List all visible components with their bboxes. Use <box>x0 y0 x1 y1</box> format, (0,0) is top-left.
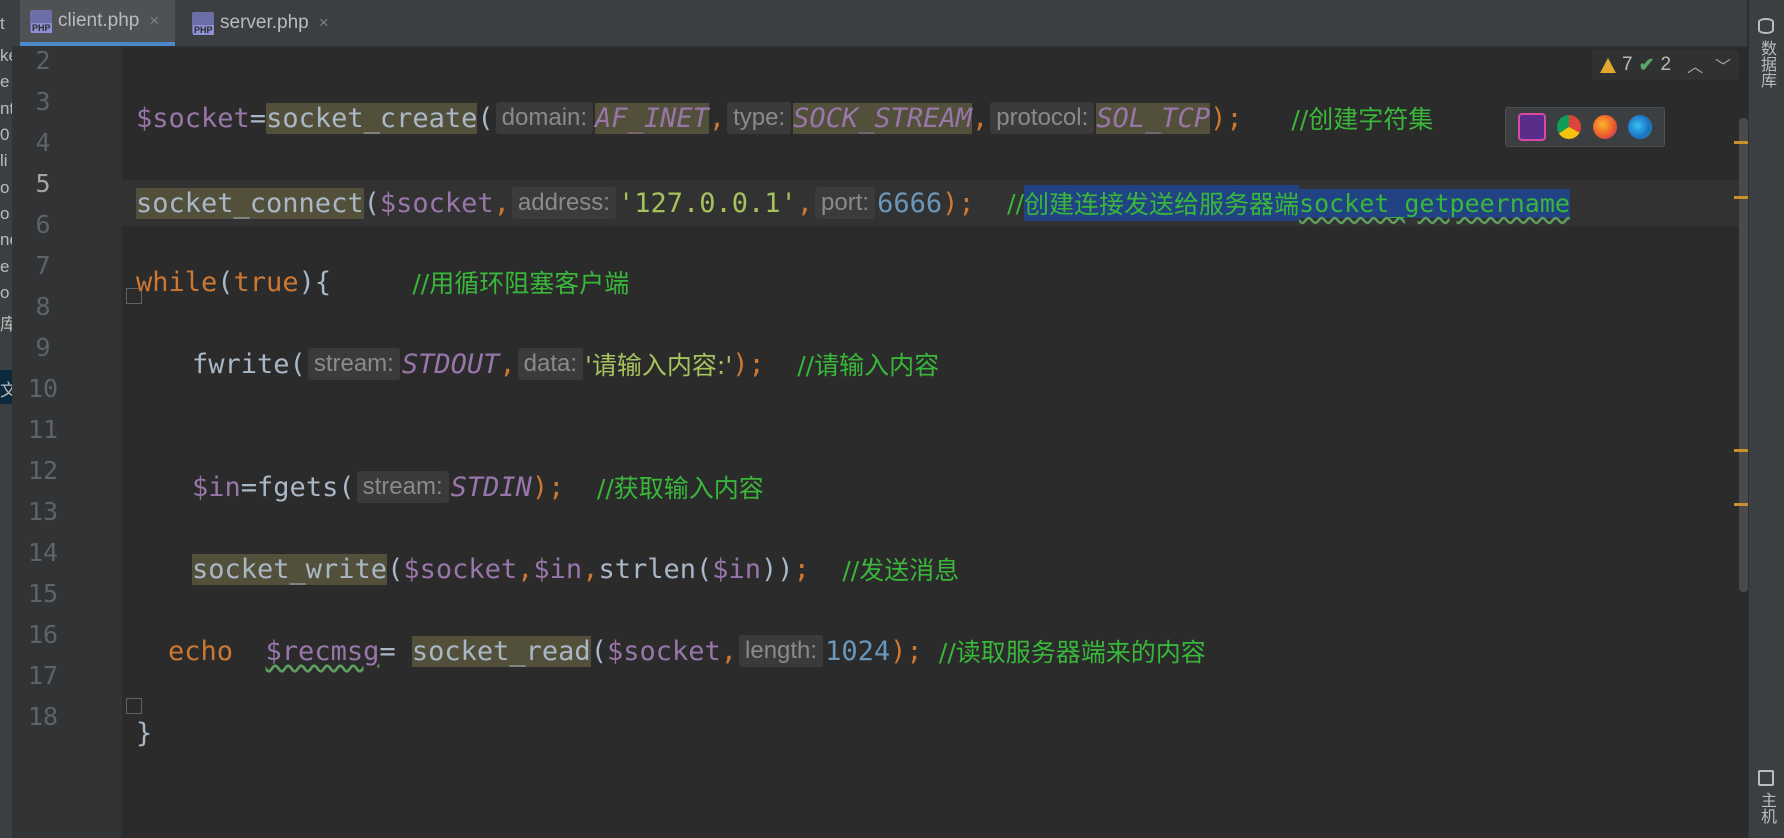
tab-server-php[interactable]: PHP server.php × <box>182 0 342 46</box>
php-file-icon: PHP <box>30 10 52 33</box>
code-line-12: $in = fgets(stream: STDIN); //获取输入内容 <box>192 471 764 503</box>
remote-host-tool-button[interactable]: 远程主机 <box>1755 792 1784 838</box>
line-number-gutter[interactable]: 2 3 4 5 6 7 8 9 10 11 12 13 14 15 16 17 … <box>12 46 142 838</box>
line-number: 7 <box>35 251 51 280</box>
project-fragment: 文 <box>0 381 12 400</box>
edge-icon[interactable] <box>1628 115 1653 139</box>
param-hint: type: <box>727 102 792 134</box>
warning-icon <box>1600 57 1616 73</box>
param-hint: length: <box>739 635 824 667</box>
project-fragment: t <box>0 14 5 33</box>
project-panel-strip[interactable]: t ke e nt 0 li o o ne e o 库 文 <box>0 0 12 838</box>
param-hint: port: <box>815 187 876 219</box>
param-hint: stream: <box>356 471 449 503</box>
database-tool-button[interactable]: 数据库 <box>1755 40 1779 88</box>
check-icon: ✔ <box>1638 54 1655 76</box>
line-number: 15 <box>27 579 59 608</box>
firefox-icon[interactable] <box>1592 115 1617 139</box>
chrome-icon[interactable] <box>1557 115 1582 139</box>
close-icon[interactable]: × <box>149 11 159 31</box>
code-line-5: socket_connect($socket, address: '127.0.0.… <box>136 180 1570 226</box>
project-fragment: e <box>0 257 10 276</box>
editor-tab-bar: PHP client.php × PHP server.php × <box>12 0 1747 47</box>
line-number: 10 <box>27 374 59 403</box>
code-line-3: $socket = socket_create(domain: AF_INET, typ… <box>136 102 1434 134</box>
close-icon[interactable]: × <box>319 13 329 33</box>
tab-client-php[interactable]: PHP client.php × <box>20 0 175 46</box>
line-number: 12 <box>27 456 59 485</box>
code-line-9: fwrite(stream: STDOUT, data: '请输入内容:'); //请… <box>192 348 940 380</box>
line-number: 2 <box>35 46 51 75</box>
project-fragment: o <box>0 178 10 197</box>
line-number: 18 <box>27 702 59 731</box>
phpstorm-icon[interactable] <box>1517 113 1546 141</box>
line-number: 4 <box>35 128 51 157</box>
tab-label: server.php <box>220 12 309 33</box>
project-fragment: nt <box>0 99 12 118</box>
right-tool-strip: 数据库 远程主机 <box>1748 0 1784 838</box>
warning-count: 7 <box>1622 54 1633 75</box>
vertical-scrollbar[interactable] <box>1739 118 1748 592</box>
param-hint: domain: <box>495 102 594 134</box>
project-fragment: 0 <box>0 125 10 144</box>
code-editor[interactable]: $socket = socket_create(domain: AF_INET, typ… <box>122 46 1740 838</box>
weak-warning-count: 2 <box>1660 54 1672 75</box>
code-line-18: } <box>136 717 153 749</box>
browser-popup <box>1505 107 1665 147</box>
inspection-widget[interactable]: 7 ✔ 2 ︿ ﹀ <box>1592 50 1740 80</box>
param-hint: address: <box>511 187 616 219</box>
param-hint: protocol: <box>990 102 1095 134</box>
line-number: 6 <box>35 210 51 239</box>
line-number-current: 5 <box>35 169 51 198</box>
database-icon <box>1758 18 1774 34</box>
project-fragment: 库 <box>0 315 12 334</box>
code-line-7: while(true){ //用循环阻塞客户端 <box>136 266 630 299</box>
project-fragment: o <box>0 283 10 302</box>
param-hint: data: <box>517 348 584 380</box>
chevron-down-icon[interactable]: ﹀ <box>1715 53 1731 77</box>
line-number: 17 <box>27 661 59 690</box>
remote-host-icon <box>1758 770 1774 786</box>
param-hint: stream: <box>307 348 400 380</box>
line-number: 8 <box>35 292 51 321</box>
selected-text: socket_getpeername <box>1299 188 1570 218</box>
project-fragment: o <box>0 204 10 223</box>
chevron-up-icon[interactable]: ︿ <box>1687 53 1703 77</box>
line-number: 16 <box>27 620 59 649</box>
project-fragment: ne <box>0 230 12 249</box>
selected-text: 创建连接发送给服务器端 <box>1024 185 1300 221</box>
line-number: 13 <box>27 497 59 526</box>
line-number: 9 <box>35 333 51 362</box>
php-file-icon: PHP <box>192 12 214 35</box>
code-line-16: echo $recmsg = socket_read($socket, length… <box>168 635 1206 667</box>
line-number: 3 <box>35 87 51 116</box>
project-fragment: e <box>0 72 10 91</box>
line-number: 14 <box>27 538 59 567</box>
line-number: 11 <box>27 415 59 444</box>
project-fragment: li <box>0 151 8 170</box>
tab-label: client.php <box>58 10 140 31</box>
code-line-14: socket_write($socket, $in, strlen($in)); /… <box>192 553 960 585</box>
project-fragment: ke <box>0 46 12 65</box>
